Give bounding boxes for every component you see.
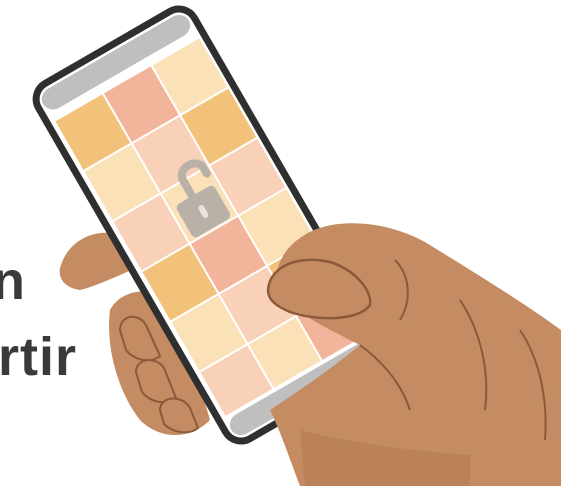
hand-holding-phone-illustration [32,5,561,486]
